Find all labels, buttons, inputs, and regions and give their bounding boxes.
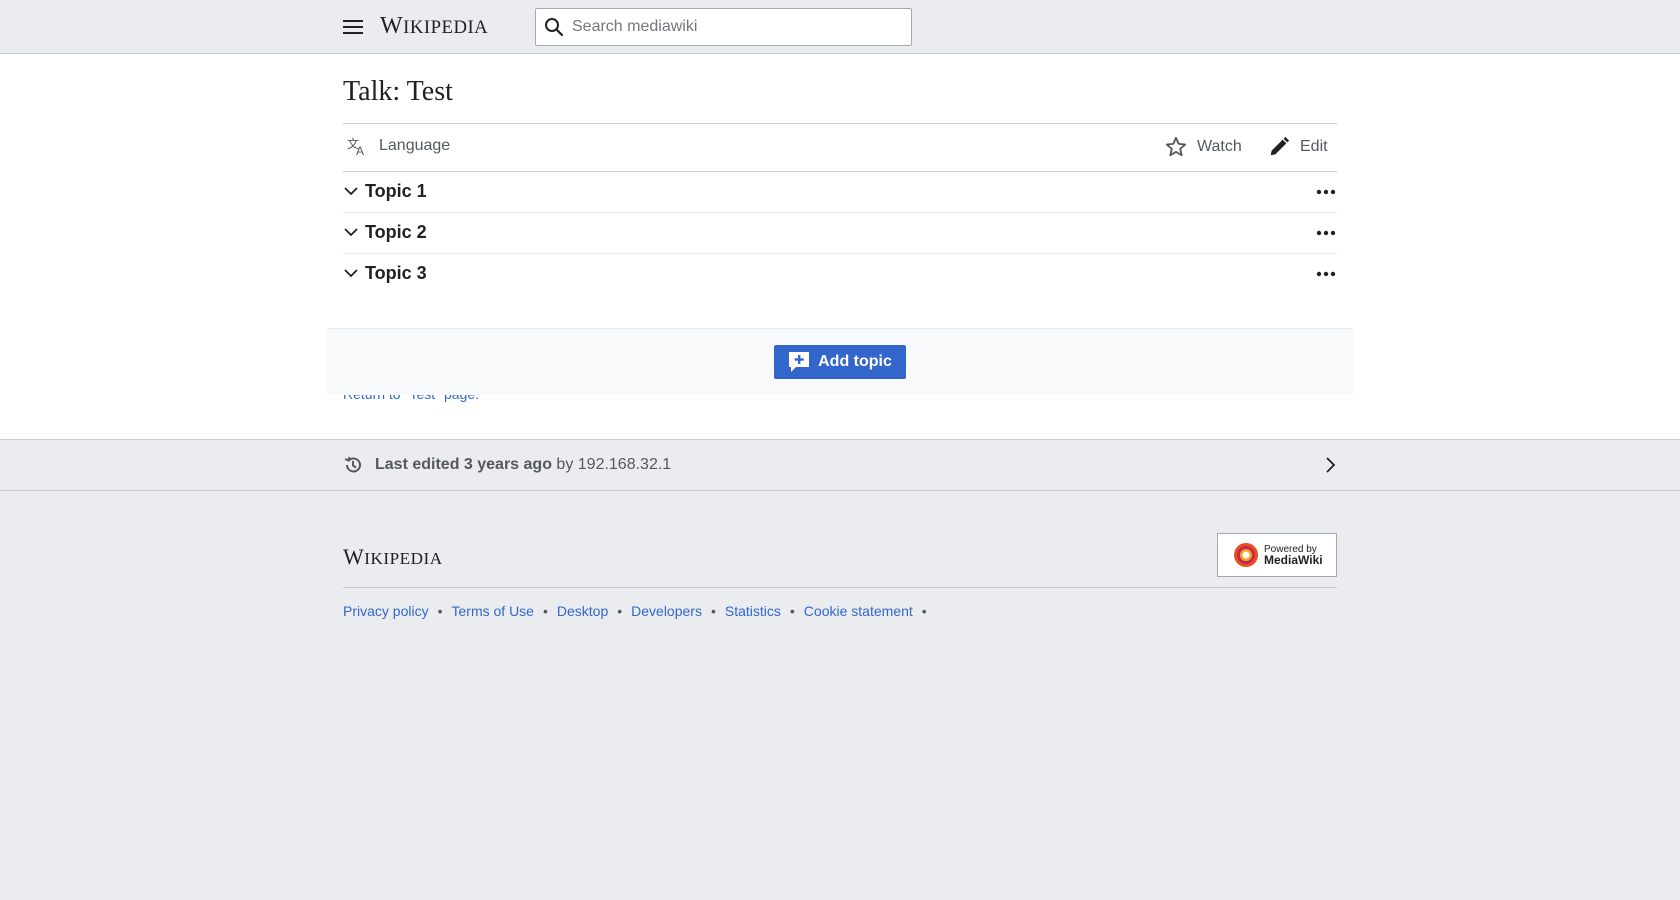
bullet-separator: • <box>542 603 548 619</box>
watch-button[interactable]: Watch <box>1165 136 1242 158</box>
last-edited-time: Last edited 3 years ago <box>375 456 552 473</box>
watch-label: Watch <box>1197 138 1242 155</box>
bullet-separator: • <box>710 603 716 619</box>
hamburger-icon <box>343 20 363 34</box>
wikipedia-wordmark[interactable]: WIKIPEDIA <box>380 13 488 40</box>
ellipsis-icon <box>1316 189 1336 195</box>
powered-by-line2: MediaWiki <box>1264 552 1323 567</box>
page-actions-toolbar: 文 A Language Watch Edit <box>343 124 1337 172</box>
topic-section-1[interactable]: Topic 1 <box>343 172 1337 213</box>
chevron-right-icon <box>1326 457 1336 473</box>
footer-link-desktop[interactable]: Desktop <box>557 603 608 619</box>
topic-heading: Topic 1 <box>365 181 427 201</box>
search-input[interactable] <box>572 18 892 36</box>
topic-section-3[interactable]: Topic 3 <box>343 254 1337 295</box>
footer-link-privacy[interactable]: Privacy policy <box>343 603 429 619</box>
language-button[interactable]: 文 A Language <box>347 136 450 156</box>
ellipsis-icon <box>1316 271 1336 277</box>
chevron-down-icon <box>344 187 358 196</box>
powered-by-text: Powered by MediaWiki <box>1264 544 1323 567</box>
footer-link-statistics[interactable]: Statistics <box>725 603 781 619</box>
footer-divider <box>343 587 1337 588</box>
topic-more-button[interactable] <box>1315 181 1337 203</box>
bullet-separator: • <box>437 603 443 619</box>
speech-bubble-add-icon <box>789 352 810 372</box>
history-icon <box>344 456 361 473</box>
footer-link-cookie[interactable]: Cookie statement <box>804 603 913 619</box>
main-menu-button[interactable] <box>340 14 366 40</box>
wordmark-rest: IKIPEDIA <box>403 17 489 38</box>
header: WIKIPEDIA <box>0 0 1680 54</box>
wordmark-rest: IKIPEDIA <box>364 549 443 568</box>
footer-links: Privacy policy • Terms of Use • Desktop • D… <box>343 603 936 619</box>
footer-wikipedia-wordmark[interactable]: WIKIPEDIA <box>343 544 443 570</box>
last-edited-user: 192.168.32.1 <box>577 456 672 473</box>
chevron-down-icon <box>344 269 358 278</box>
ellipsis-icon <box>1316 230 1336 236</box>
add-topic-label: Add topic <box>818 353 892 370</box>
wordmark-initial: W <box>343 544 365 569</box>
bullet-separator: • <box>921 603 927 619</box>
edit-button[interactable]: Edit <box>1268 136 1328 158</box>
pencil-icon <box>1270 136 1290 156</box>
mediawiki-logo <box>1234 543 1258 567</box>
powered-by-mediawiki-badge[interactable]: Powered by MediaWiki <box>1217 533 1337 577</box>
search-box[interactable] <box>535 8 912 46</box>
last-edited-bar[interactable]: Last edited 3 years ago by 192.168.32.1 <box>0 439 1680 491</box>
translate-icon: 文 A <box>347 136 364 156</box>
add-topic-button[interactable]: Add topic <box>774 345 906 379</box>
topic-more-button[interactable] <box>1315 222 1337 244</box>
topic-more-button[interactable] <box>1315 263 1337 285</box>
main-content: Talk: Test 文 A Language Watch Edit Topic… <box>0 54 1680 439</box>
star-icon <box>1165 136 1187 157</box>
footer-link-terms[interactable]: Terms of Use <box>452 603 534 619</box>
chevron-down-icon <box>344 228 358 237</box>
svg-text:A: A <box>356 144 364 156</box>
wordmark-initial: W <box>380 13 404 39</box>
topic-heading: Topic 2 <box>365 222 427 242</box>
bullet-separator: • <box>789 603 795 619</box>
language-label: Language <box>379 137 451 154</box>
footer-link-developers[interactable]: Developers <box>631 603 702 619</box>
last-edited-text: Last edited 3 years ago by 192.168.32.1 <box>375 456 671 474</box>
bullet-separator: • <box>617 603 623 619</box>
topic-heading: Topic 3 <box>365 263 427 283</box>
add-topic-bar: Add topic <box>327 328 1353 395</box>
search-icon <box>536 9 572 45</box>
edit-label: Edit <box>1300 138 1328 155</box>
page-title: Talk: Test <box>343 76 453 107</box>
topic-section-2[interactable]: Topic 2 <box>343 213 1337 254</box>
last-edited-by: by <box>551 456 578 473</box>
